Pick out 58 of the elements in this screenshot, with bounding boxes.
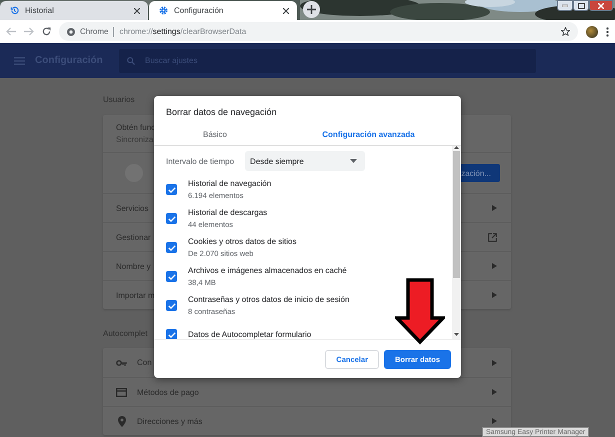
chevron-icon: [492, 292, 497, 298]
time-range-select[interactable]: Desde siempre: [245, 151, 366, 171]
browser-tab[interactable]: Configuración: [149, 1, 297, 20]
down-arrow: [395, 278, 445, 345]
scroll-down-icon: [454, 333, 459, 336]
maximize-button[interactable]: [573, 0, 589, 11]
close-icon: [598, 2, 604, 8]
settings-link[interactable]: Servicios: [116, 204, 148, 212]
url-text: chrome://settings/clearBrowserData: [119, 27, 248, 36]
settings-link[interactable]: Direcciones y más: [137, 416, 202, 426]
location-pin-icon: [118, 416, 126, 426]
settings-icon: [159, 6, 168, 15]
close-button[interactable]: [589, 0, 613, 11]
sync-button[interactable]: zación...: [460, 164, 500, 182]
settings-link[interactable]: Métodos de pago: [137, 388, 199, 396]
maximize-icon: [578, 2, 584, 8]
checkbox[interactable]: [166, 300, 177, 311]
profile-avatar[interactable]: [586, 26, 598, 38]
data-type-title: Cookies y otros datos de sitios: [188, 237, 296, 246]
settings-link[interactable]: Nombre y: [116, 262, 151, 270]
checkbox[interactable]: [166, 213, 177, 224]
minimize-button[interactable]: [557, 0, 573, 11]
checkbox[interactable]: [166, 271, 177, 282]
close-tab-icon[interactable]: [283, 8, 289, 14]
external-link-icon: [488, 232, 497, 242]
address-bar[interactable]: Chrome chrome://settings/clearBrowserData: [59, 22, 578, 41]
checkbox[interactable]: [166, 329, 177, 339]
bookmark-star-icon[interactable]: [561, 27, 570, 36]
chevron-icon: [492, 360, 497, 366]
minimize-icon: [562, 4, 568, 7]
chevron-icon: [492, 418, 497, 424]
close-tab-icon[interactable]: [134, 8, 140, 14]
history-icon: [10, 6, 19, 15]
plus-icon: [307, 5, 316, 14]
chevron-icon: [492, 263, 497, 269]
browser-tab[interactable]: Historial: [0, 1, 148, 20]
dialog-title: Borrar datos de navegación: [165, 106, 278, 119]
checkbox[interactable]: [166, 184, 177, 195]
menu-icon[interactable]: [606, 26, 609, 36]
key-icon: [116, 360, 127, 366]
chrome-logo-icon: [67, 28, 75, 36]
data-type-title: Historial de navegación: [188, 179, 272, 188]
data-type-title: Contraseñas y otros datos de inicio de sesión: [188, 295, 350, 304]
settings-link[interactable]: Gestionar: [116, 232, 151, 242]
data-type-title: Historial de descargas: [188, 208, 268, 217]
card-icon: [116, 388, 127, 396]
dropdown-caret-icon: [350, 159, 358, 163]
chevron-icon: [492, 389, 497, 395]
search-icon: [127, 56, 135, 64]
data-type-title: Archivos e imágenes almacenados en caché: [188, 266, 347, 275]
site-label: Chrome: [80, 27, 108, 36]
scroll-up-icon: [454, 146, 459, 149]
data-type-title: Datos de Autocompletar formulario: [188, 330, 312, 339]
checkbox[interactable]: [166, 242, 177, 253]
reload-icon[interactable]: [42, 27, 51, 36]
chevron-icon: [492, 205, 497, 211]
time-range-label: Intervalo de tiempo: [166, 156, 234, 166]
settings-link[interactable]: Con: [137, 358, 152, 367]
